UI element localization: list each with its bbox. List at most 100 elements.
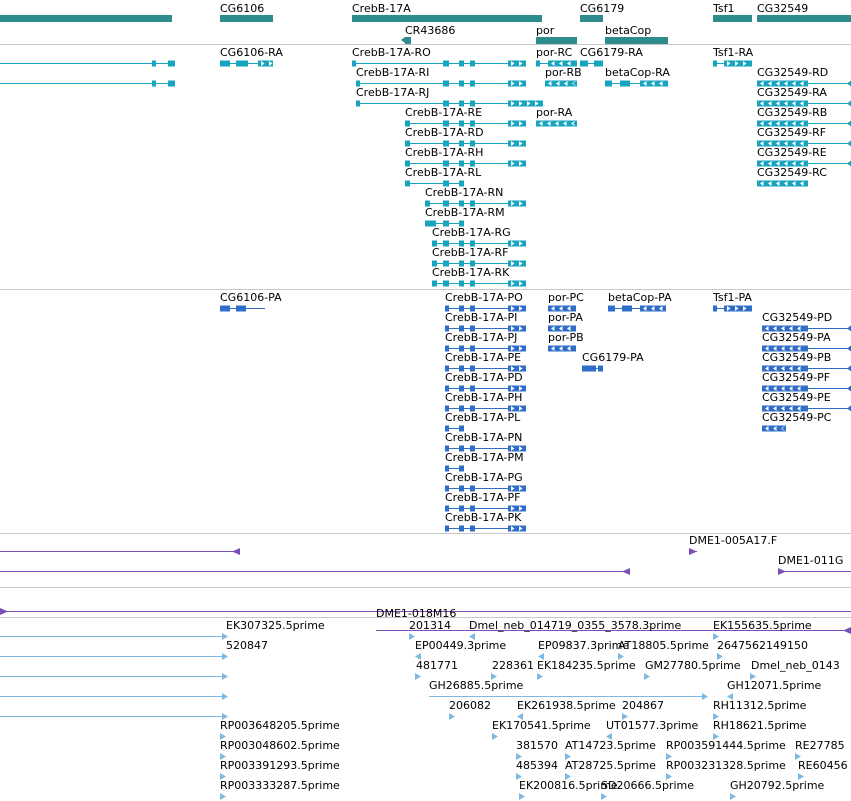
exon-block[interactable] xyxy=(470,280,475,287)
feature-por-PB[interactable] xyxy=(548,345,576,352)
feature-label[interactable]: RE27785 xyxy=(795,739,845,752)
feature-label[interactable]: CrebB-17A-PO xyxy=(445,291,523,304)
feature-label[interactable]: CG6106-RA xyxy=(220,46,283,59)
est-read-icon[interactable] xyxy=(702,693,708,700)
clone-end-icon[interactable] xyxy=(778,568,786,575)
feature-label[interactable]: EK155635.5prime xyxy=(713,619,812,632)
feature-label[interactable]: CrebB-17A-RL xyxy=(405,166,481,179)
exon-block[interactable] xyxy=(620,80,630,87)
feature-label[interactable]: por-PA xyxy=(548,311,583,324)
strand-arrow-icon[interactable] xyxy=(847,385,851,392)
feature-label[interactable]: CG32549-RE xyxy=(757,146,827,159)
feature-label[interactable]: CG6179-RA xyxy=(580,46,643,59)
feature-RP003333287.5prime[interactable] xyxy=(220,793,226,800)
feature-label[interactable]: por xyxy=(536,24,554,37)
exon-block[interactable] xyxy=(508,200,526,207)
feature-label[interactable]: 481771 xyxy=(416,659,458,672)
exon-block[interactable] xyxy=(443,80,449,87)
gene-bar[interactable] xyxy=(757,15,851,22)
est-read-icon[interactable] xyxy=(492,733,498,740)
exon-block[interactable] xyxy=(152,60,156,67)
feature-unnamed-clone-0[interactable] xyxy=(0,548,240,555)
strand-arrow-icon[interactable] xyxy=(401,37,405,43)
feature-CG32549[interactable] xyxy=(757,15,851,22)
feature-unnamed-gene-0[interactable] xyxy=(0,15,172,22)
strand-arrow-icon[interactable] xyxy=(847,100,851,107)
feature-Tsf1-RA[interactable] xyxy=(713,60,752,67)
feature-label[interactable]: CrebB-17A-RH xyxy=(405,146,483,159)
feature-label[interactable]: 204867 xyxy=(622,699,664,712)
clone-end-icon[interactable] xyxy=(622,568,630,575)
gene-bar[interactable] xyxy=(713,15,752,22)
exon-block[interactable] xyxy=(508,160,526,167)
gene-bar[interactable] xyxy=(220,15,273,22)
strand-arrow-icon[interactable] xyxy=(847,80,851,87)
strand-arrow-icon[interactable] xyxy=(847,325,851,332)
feature-Tsf1[interactable] xyxy=(713,15,752,22)
strand-arrow-icon[interactable] xyxy=(847,405,851,412)
est-read-icon[interactable] xyxy=(222,653,228,660)
feature-label[interactable]: AT28725.5prime xyxy=(565,759,656,772)
feature-label[interactable]: Dmel_neb_014719_0355_3578.3prime xyxy=(469,619,681,632)
exon-block[interactable] xyxy=(459,280,464,287)
feature-label[interactable]: CG32549-PC xyxy=(762,411,831,424)
feature-label[interactable]: CrebB-17A-PL xyxy=(445,411,520,424)
feature-label[interactable]: GH20792.5prime xyxy=(730,779,824,792)
feature-label[interactable]: RP003231328.5prime xyxy=(666,759,786,772)
exon-block[interactable] xyxy=(508,240,526,247)
feature-DME1-005A17.F[interactable] xyxy=(689,548,697,555)
feature-label[interactable]: por-RA xyxy=(536,106,572,119)
feature-EK200816.5prime[interactable] xyxy=(519,793,525,800)
strand-arrow-icon[interactable] xyxy=(847,160,851,167)
feature-label[interactable]: CrebB-17A-PJ xyxy=(445,331,517,344)
feature-label[interactable]: CG32549 xyxy=(757,2,808,15)
feature-label[interactable]: GH26885.5prime xyxy=(429,679,523,692)
feature-label[interactable]: RP003391293.5prime xyxy=(220,759,340,772)
feature-betaCop-RA[interactable] xyxy=(605,80,668,87)
feature-CrebB-17A[interactable] xyxy=(352,15,542,22)
strand-arrow-icon[interactable] xyxy=(847,345,851,352)
feature-label[interactable]: CrebB-17A-RN xyxy=(425,186,503,199)
exon-block[interactable] xyxy=(594,60,603,67)
feature-481771[interactable] xyxy=(415,673,421,680)
exon-block[interactable] xyxy=(236,60,248,67)
feature-label[interactable]: 206082 xyxy=(449,699,491,712)
feature-CG32549-PC[interactable] xyxy=(762,425,786,432)
feature-label[interactable]: CG32549-RF xyxy=(757,126,826,139)
feature-label[interactable]: RP003648205.5prime xyxy=(220,719,340,732)
feature-label[interactable]: DME1-011G xyxy=(778,554,843,567)
exon-block[interactable] xyxy=(598,365,603,372)
feature-label[interactable]: CrebB-17A-RM xyxy=(425,206,505,219)
feature-unnamed-est-3[interactable] xyxy=(0,693,228,700)
exon-block[interactable] xyxy=(459,525,464,532)
feature-206082[interactable] xyxy=(449,713,455,720)
feature-label[interactable]: GM27780.5prime xyxy=(645,659,741,672)
feature-label[interactable]: 228361 xyxy=(492,659,534,672)
feature-CG6179-PA[interactable] xyxy=(582,365,603,372)
feature-label[interactable]: por-PC xyxy=(548,291,584,304)
feature-label[interactable]: RP003591444.5prime xyxy=(666,739,786,752)
feature-label[interactable]: 485394 xyxy=(516,759,558,772)
feature-label[interactable]: betaCop-RA xyxy=(605,66,670,79)
feature-unnamed-est-4[interactable] xyxy=(0,713,228,720)
exon-block[interactable] xyxy=(470,525,475,532)
feature-label[interactable]: CrebB-17A-RE xyxy=(405,106,482,119)
clone-end-icon[interactable] xyxy=(689,548,697,555)
feature-label[interactable]: UT01577.3prime xyxy=(606,719,698,732)
exon-block[interactable] xyxy=(443,280,449,287)
est-read-icon[interactable] xyxy=(537,673,543,680)
feature-label[interactable]: por-RB xyxy=(545,66,582,79)
gene-bar[interactable] xyxy=(405,37,411,44)
feature-label[interactable]: EK184235.5prime xyxy=(537,659,636,672)
exon-block[interactable] xyxy=(443,60,449,67)
feature-unnamed-est-2[interactable] xyxy=(0,673,228,680)
feature-label[interactable]: AT18805.5prime xyxy=(618,639,709,652)
feature-label[interactable]: CG32549-RD xyxy=(757,66,828,79)
feature-label[interactable]: CG32549-PB xyxy=(762,351,831,364)
gene-bar[interactable] xyxy=(536,37,577,44)
strand-arrow-icon[interactable] xyxy=(847,365,851,372)
feature-label[interactable]: CG32549-PE xyxy=(762,391,831,404)
feature-label[interactable]: CG32549-RB xyxy=(757,106,827,119)
clone-end-icon[interactable] xyxy=(0,608,8,615)
feature-label[interactable]: CG32549-PA xyxy=(762,331,831,344)
